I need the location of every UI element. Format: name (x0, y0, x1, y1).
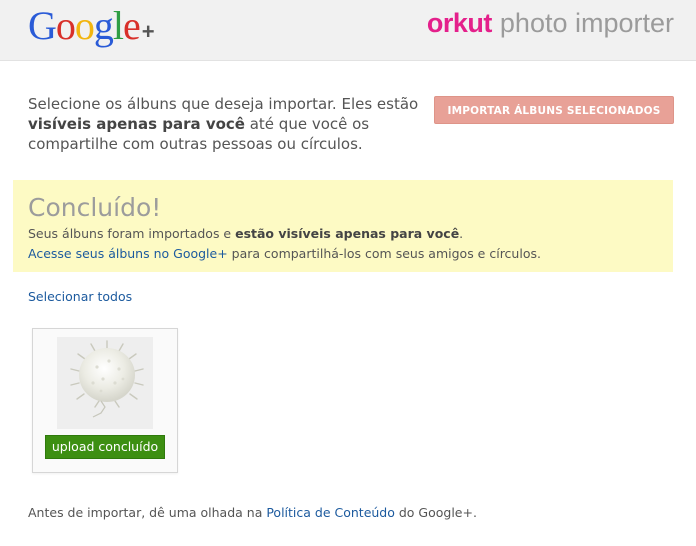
view-albums-link[interactable]: Acesse seus álbuns no Google+ (28, 246, 228, 261)
product-name: photo importer (499, 8, 674, 38)
intro-text-bold: visíveis apenas para você (28, 115, 245, 133)
notice-link-line: Acesse seus álbuns no Google+ para compa… (28, 244, 658, 264)
notice-text: para compartilhá-los com seus amigos e c… (227, 246, 541, 261)
notice-text: Seus álbuns foram importados e (28, 226, 236, 241)
intro-text-part: Selecione os álbuns que deseja importar.… (28, 95, 419, 113)
import-selected-albums-button[interactable]: IMPORTAR ÁLBUNS SELECIONADOS (434, 96, 674, 124)
orkut-brand: orkut (426, 8, 493, 38)
header-bar: Google+ orkut photo importer (0, 0, 696, 61)
logo-letter: e (123, 3, 141, 48)
content-policy-note: Antes de importar, dê uma olhada na Polí… (28, 504, 477, 522)
logo-letter: g (93, 3, 114, 48)
footer-text: Antes de importar, dê uma olhada na (28, 505, 267, 520)
google-plus-logo[interactable]: Google+ (28, 2, 155, 50)
logo-letter: l (112, 3, 124, 48)
album-thumbnail[interactable] (57, 337, 153, 429)
select-all-link[interactable]: Selecionar todos (28, 288, 132, 306)
upload-complete-badge: upload concluído (45, 435, 165, 459)
logo-letter: o (74, 3, 95, 48)
notice-text-bold: estão visíveis apenas para você (235, 226, 460, 241)
album-card[interactable]: upload concluído (32, 328, 178, 473)
notice-text: . (459, 226, 464, 241)
footer-text: do Google+. (394, 505, 477, 520)
notice-message: Seus álbuns foram importados e estão vis… (28, 224, 658, 244)
balloon-image-icon (57, 337, 153, 429)
product-title: orkut photo importer (427, 8, 674, 42)
logo-plus: + (141, 19, 155, 44)
notice-title: Concluído! (28, 193, 162, 222)
logo-letter: o (55, 3, 76, 48)
intro-text: Selecione os álbuns que deseja importar.… (28, 94, 428, 154)
logo-letter: G (28, 3, 57, 48)
content-policy-link[interactable]: Política de Conteúdo (266, 505, 395, 520)
success-notice: Concluído! Seus álbuns foram importados … (13, 180, 673, 272)
